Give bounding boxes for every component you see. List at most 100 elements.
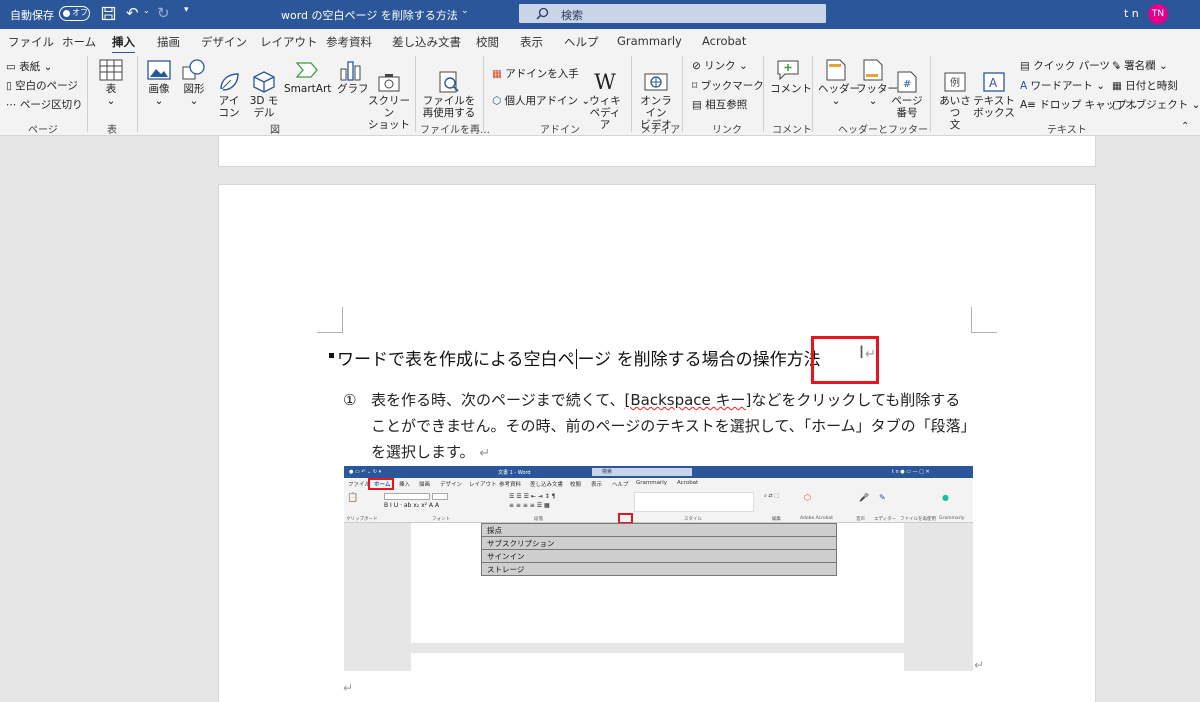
text-cursor bbox=[575, 349, 577, 369]
home-tab-highlight bbox=[368, 478, 394, 490]
customize-toolbar-icon[interactable]: ▾ bbox=[184, 5, 189, 15]
header-button[interactable]: ヘッダー ⌄ bbox=[818, 59, 860, 107]
wikipedia-label: ウィキ ペディア bbox=[589, 95, 621, 131]
embedded-search: 検索 bbox=[592, 468, 692, 476]
svg-text:A: A bbox=[989, 76, 998, 90]
embedded-titlebar-buttons: ● ▭ ↶ ⌄ ↻ ▾ bbox=[349, 469, 382, 475]
undo-dropdown-icon[interactable]: ⌄ bbox=[143, 6, 150, 15]
tab-home[interactable]: ホーム bbox=[62, 34, 96, 50]
heading-paragraph[interactable]: ワードで表を作成による空白ペ ージ を削除する場合の操作方法 I ↵ bbox=[329, 343, 876, 370]
icons-icon bbox=[220, 73, 239, 91]
paragraph-mark-icon: ↵ bbox=[974, 658, 985, 672]
get-addins-button[interactable]: ▦ アドインを入手 bbox=[492, 66, 579, 81]
textbox-icon: A bbox=[983, 72, 1005, 92]
smartart-icon bbox=[295, 62, 318, 78]
object-button[interactable]: ▢ オブジェクト ⌄ bbox=[1112, 97, 1200, 112]
table-row: ストレージ bbox=[481, 562, 837, 576]
page-number-button[interactable]: # ページ 番号 bbox=[891, 59, 923, 119]
textbox-label: テキスト ボックス bbox=[973, 95, 1015, 119]
embedded-group-label: エディター bbox=[874, 517, 897, 522]
bookmark-label: ブックマーク bbox=[700, 80, 764, 92]
textbox-button[interactable]: A テキスト ボックス bbox=[973, 59, 1015, 119]
embedded-group-label: クリップボード bbox=[346, 517, 378, 522]
undo-icon[interactable]: ↶ bbox=[126, 4, 139, 22]
date-time-button[interactable]: ▦ 日付と時刻 bbox=[1112, 78, 1178, 93]
wikipedia-button[interactable]: W ウィキ ペディア bbox=[586, 59, 624, 131]
shapes-label: 図形 bbox=[183, 83, 205, 95]
page-break-label: ページ区切り bbox=[19, 99, 83, 111]
group-text-label: テキスト bbox=[1047, 125, 1087, 136]
footer-button[interactable]: フッター ⌄ bbox=[856, 59, 898, 107]
table-cell: サブスクリプション bbox=[481, 536, 837, 550]
table-cell: サインイン bbox=[481, 549, 837, 563]
tab-review[interactable]: 校閲 bbox=[476, 34, 499, 50]
embedded-tab: 校閲 bbox=[570, 482, 582, 488]
icons-button[interactable]: アイ コン bbox=[215, 59, 243, 119]
autosave-toggle[interactable]: オフ bbox=[59, 6, 90, 21]
my-addins-label: 個人用アドイン bbox=[504, 95, 579, 107]
cover-page-icon: ▭ bbox=[6, 61, 16, 73]
chart-label: グラフ bbox=[337, 83, 369, 95]
embedded-tab: Acrobat bbox=[677, 480, 699, 486]
blank-page-button[interactable]: ▯ 空白のページ bbox=[6, 78, 78, 93]
reuse-files-button[interactable]: ファイルを 再使用する bbox=[421, 59, 477, 119]
tab-help[interactable]: ヘルプ bbox=[564, 34, 599, 50]
tab-view[interactable]: 表示 bbox=[520, 34, 543, 50]
tab-acrobat[interactable]: Acrobat bbox=[702, 34, 746, 48]
document-page[interactable]: ワードで表を作成による空白ペ ージ を削除する場合の操作方法 I ↵ ① 表を作る… bbox=[218, 184, 1096, 702]
cover-page-button[interactable]: ▭ 表紙 ⌄ bbox=[6, 59, 52, 74]
group-pages-label: ページ bbox=[28, 125, 58, 136]
tab-grammarly[interactable]: Grammarly bbox=[617, 34, 682, 48]
bookmark-icon: ⌑ bbox=[692, 80, 698, 92]
embedded-grammarly-icon: ● bbox=[942, 493, 949, 502]
table-button[interactable]: 表 ⌄ bbox=[97, 59, 125, 107]
3d-models-button[interactable]: 3D モ デル bbox=[248, 59, 280, 119]
search-box[interactable]: 検索 bbox=[519, 4, 826, 23]
header-icon bbox=[826, 59, 846, 81]
group-separator bbox=[631, 56, 632, 132]
shapes-button[interactable]: 図形 ⌄ bbox=[180, 59, 208, 107]
greeting-button[interactable]: 例あいさつ 文 bbox=[935, 59, 975, 131]
redo-icon[interactable]: ↻ bbox=[157, 4, 170, 22]
document-title[interactable]: word の空白ページ を削除する方法 bbox=[281, 7, 458, 23]
embedded-mic-icon: 🎤 bbox=[859, 493, 869, 502]
save-icon[interactable] bbox=[101, 6, 116, 21]
3d-models-label: 3D モ デル bbox=[249, 95, 279, 119]
group-separator bbox=[415, 56, 416, 132]
collapse-ribbon-icon[interactable]: ⌃ bbox=[1181, 121, 1189, 132]
tab-mailings[interactable]: 差し込み文書 bbox=[392, 34, 461, 50]
smartart-button[interactable]: SmartArt bbox=[284, 59, 331, 95]
tab-design[interactable]: デザイン bbox=[201, 34, 247, 50]
screenshot-icon bbox=[378, 74, 400, 92]
my-addins-button[interactable]: ⬡ 個人用アドイン ⌄ bbox=[492, 93, 590, 108]
reuse-files-label: ファイルを 再使用する bbox=[422, 95, 476, 119]
picture-button[interactable]: 画像 ⌄ bbox=[145, 59, 173, 107]
signature-line-button[interactable]: ✎ 署名欄 ⌄ bbox=[1112, 58, 1168, 73]
paragraph-mark-icon: ↵ bbox=[343, 681, 354, 695]
quick-parts-button[interactable]: ▤ クイック パーツ ⌄ bbox=[1020, 58, 1122, 73]
avatar[interactable]: TN bbox=[1148, 4, 1168, 24]
title-dropdown-icon[interactable]: ⌄ bbox=[461, 6, 469, 16]
tab-insert[interactable]: 挿入 bbox=[112, 34, 135, 55]
embedded-next-page bbox=[411, 653, 904, 671]
cube-icon bbox=[253, 71, 275, 93]
tab-draw[interactable]: 描画 bbox=[157, 34, 180, 50]
blank-page-icon: ▯ bbox=[6, 80, 12, 92]
comment-button[interactable]: コメント bbox=[770, 59, 812, 95]
embedded-group-label: Adobe Acrobat bbox=[800, 516, 834, 521]
embedded-styles-gallery bbox=[634, 492, 754, 512]
embedded-group-label: Grammarly bbox=[939, 516, 965, 521]
wordart-icon: A bbox=[1020, 80, 1028, 92]
tab-references[interactable]: 参考資料 bbox=[326, 34, 372, 50]
screenshot-button[interactable]: スクリーン ショット bbox=[367, 59, 411, 131]
embedded-tab: ヘルプ bbox=[612, 482, 629, 488]
tab-layout[interactable]: レイアウト bbox=[260, 34, 318, 50]
table-cell: ストレージ bbox=[481, 562, 837, 576]
page-break-button[interactable]: ⋯ ページ区切り bbox=[6, 97, 83, 112]
link-button[interactable]: ⊘ リンク ⌄ bbox=[692, 58, 748, 73]
cross-reference-button[interactable]: ▤ 相互参照 bbox=[692, 97, 747, 112]
bookmark-button[interactable]: ⌑ ブックマーク bbox=[692, 78, 764, 93]
wordart-button[interactable]: A ワードアート ⌄ bbox=[1020, 78, 1105, 93]
tab-file[interactable]: ファイル bbox=[8, 34, 54, 50]
chart-button[interactable]: グラフ bbox=[337, 59, 369, 95]
